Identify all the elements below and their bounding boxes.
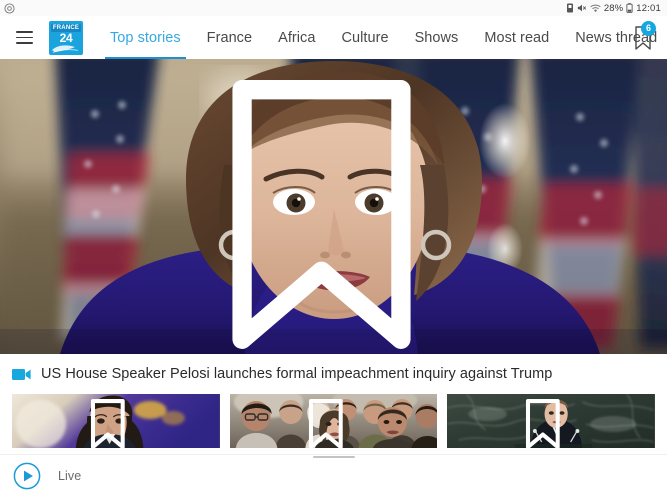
camera-circle-icon — [4, 2, 15, 14]
hero-headline-row[interactable]: US House Speaker Pelosi launches formal … — [0, 354, 667, 394]
tab-africa[interactable]: Africa — [265, 16, 328, 59]
carousel-card-1[interactable] — [12, 394, 220, 448]
clock-label: 12:01 — [636, 2, 661, 14]
carousel-card-3[interactable] — [447, 394, 656, 448]
hero-bookmark-icon[interactable] — [0, 67, 655, 354]
hero-headline-text: US House Speaker Pelosi launches formal … — [41, 366, 553, 382]
tab-france-label: France — [206, 29, 253, 46]
sim-card-icon — [566, 3, 574, 13]
status-bar-right: 28% 12:01 — [566, 3, 661, 14]
logo-swirl-graphic — [52, 44, 79, 53]
carousel-card-2[interactable] — [229, 394, 438, 448]
live-label: Live — [58, 468, 82, 483]
bottom-live-bar: Live — [0, 454, 667, 496]
tab-top-stories-label: Top stories — [110, 29, 181, 46]
france24-logo[interactable]: FRANCE 24 — [49, 20, 83, 55]
hamburger-menu-icon[interactable] — [8, 16, 40, 59]
related-articles-carousel[interactable] — [0, 394, 667, 458]
tab-top-stories[interactable]: Top stories — [97, 16, 194, 59]
tab-most-read[interactable]: Most read — [471, 16, 562, 59]
tab-culture-label: Culture — [341, 29, 389, 46]
play-circle-icon — [13, 462, 41, 489]
carousel-scroll-indicator[interactable] — [312, 455, 355, 458]
bookmarks-badge: 6 — [641, 21, 656, 36]
tab-africa-label: Africa — [278, 29, 316, 46]
app-bar: FRANCE 24 Top stories France Africa Cult… — [0, 16, 667, 59]
wifi-icon — [590, 4, 601, 13]
tab-shows[interactable]: Shows — [402, 16, 472, 59]
battery-icon — [626, 3, 633, 13]
tab-shows-label: Shows — [414, 29, 459, 46]
category-tabs: Top stories France Africa Culture Shows … — [97, 16, 657, 59]
status-bar: 28% 12:01 — [0, 0, 667, 16]
carousel-card-2-bookmark-icon[interactable] — [230, 397, 430, 448]
tab-france[interactable]: France — [194, 16, 265, 59]
status-bar-left — [4, 2, 15, 14]
carousel-card-3-bookmark-icon[interactable] — [447, 397, 647, 448]
bookmarks-button[interactable]: 6 — [621, 16, 665, 59]
video-camera-icon — [12, 368, 31, 381]
tab-culture[interactable]: Culture — [328, 16, 401, 59]
mute-icon — [577, 3, 587, 13]
play-live-button[interactable] — [13, 462, 41, 490]
tab-most-read-label: Most read — [484, 29, 550, 46]
carousel-card-1-bookmark-icon[interactable] — [12, 397, 212, 448]
battery-percent-label: 28% — [603, 2, 624, 14]
hero-article-image[interactable] — [0, 59, 667, 354]
